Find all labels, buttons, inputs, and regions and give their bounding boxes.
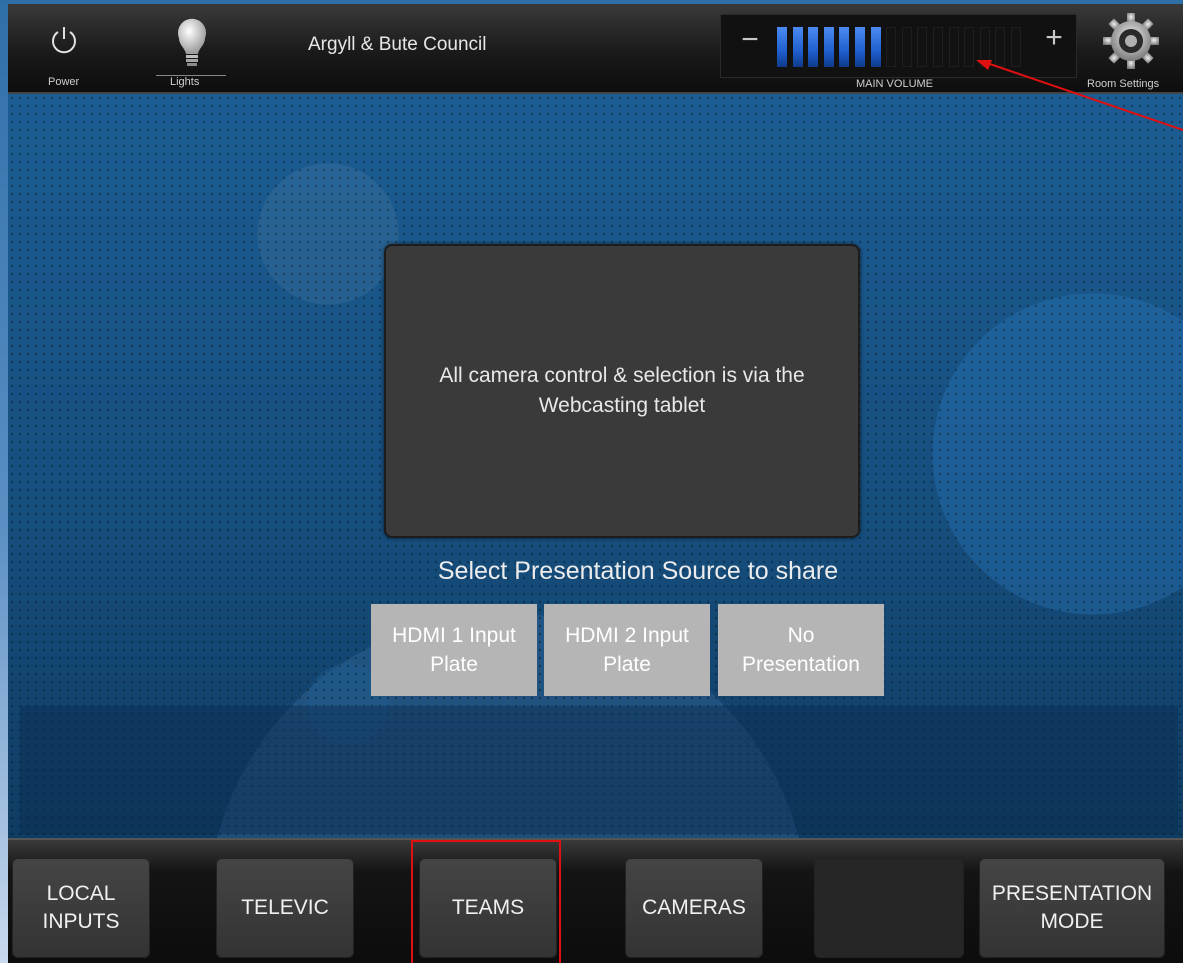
- volume-segment: [839, 27, 850, 67]
- bottom-nav-bar: LOCAL INPUTS TELEVIC TEAMS CAMERAS PRESE…: [8, 838, 1183, 963]
- app-title: Argyll & Bute Council: [308, 34, 487, 55]
- camera-info-box: All camera control & selection is via th…: [384, 244, 860, 538]
- main-content: All camera control & selection is via th…: [8, 94, 1183, 838]
- source-no-presentation-button[interactable]: No Presentation: [718, 604, 884, 696]
- lightbulb-icon: [178, 18, 206, 66]
- nav-presentation-mode-label: PRESENTATION MODE: [991, 882, 1153, 933]
- source-none-label: No Presentation: [742, 624, 860, 676]
- volume-segment: [948, 27, 959, 67]
- nav-local-inputs-label: LOCAL INPUTS: [42, 882, 120, 933]
- source-hdmi2-label: HDMI 2 Input Plate: [565, 624, 689, 676]
- lights-label: Lights: [170, 76, 200, 88]
- volume-segment: [901, 27, 912, 67]
- volume-segment: [995, 27, 1006, 67]
- source-hdmi2-button[interactable]: HDMI 2 Input Plate: [544, 604, 710, 696]
- nav-televic-button[interactable]: TELEVIC: [216, 858, 354, 958]
- power-icon: [52, 27, 76, 54]
- volume-segment: [855, 27, 865, 67]
- source-hdmi1-button[interactable]: HDMI 1 Input Plate: [371, 604, 537, 696]
- volume-segment: [979, 27, 990, 67]
- nav-presentation-mode-button[interactable]: PRESENTATION MODE: [979, 858, 1165, 958]
- volume-level-meter[interactable]: [777, 27, 1027, 67]
- nav-local-inputs-button[interactable]: LOCAL INPUTS: [12, 858, 150, 958]
- volume-segment: [777, 27, 787, 67]
- volume-segment: [886, 27, 897, 67]
- power-button[interactable]: [38, 22, 90, 70]
- volume-segment: [1011, 27, 1021, 67]
- presentation-source-title: Select Presentation Source to share: [437, 557, 839, 585]
- volume-up-button[interactable]: +: [1039, 21, 1069, 55]
- nav-teams-button[interactable]: TEAMS: [419, 858, 557, 958]
- main-volume-control: − +: [720, 14, 1077, 78]
- background-strip: [20, 706, 1178, 834]
- volume-segment: [823, 27, 834, 67]
- gear-icon: [1103, 13, 1159, 69]
- volume-segment: [933, 27, 943, 67]
- control-panel: Power Lights Argyll & Bute Council − + M…: [8, 4, 1183, 963]
- volume-segment: [792, 27, 803, 67]
- nav-cameras-button[interactable]: CAMERAS: [625, 858, 763, 958]
- volume-segment: [870, 27, 881, 67]
- volume-segment: [808, 27, 819, 67]
- nav-empty-slot: [814, 858, 964, 958]
- volume-segment: [964, 27, 975, 67]
- nav-teams-label: TEAMS: [451, 896, 525, 919]
- top-bar: Power Lights Argyll & Bute Council − + M…: [8, 4, 1183, 94]
- nav-cameras-label: CAMERAS: [642, 896, 746, 919]
- power-label: Power: [48, 76, 80, 88]
- nav-televic-label: TELEVIC: [241, 896, 329, 919]
- room-settings-label: Room Settings: [1087, 78, 1160, 90]
- camera-info-message: All camera control & selection is via th…: [439, 364, 805, 417]
- volume-down-button[interactable]: −: [735, 23, 765, 57]
- source-hdmi1-label: HDMI 1 Input Plate: [392, 624, 516, 676]
- volume-label: MAIN VOLUME: [856, 78, 934, 90]
- volume-segment: [917, 27, 928, 67]
